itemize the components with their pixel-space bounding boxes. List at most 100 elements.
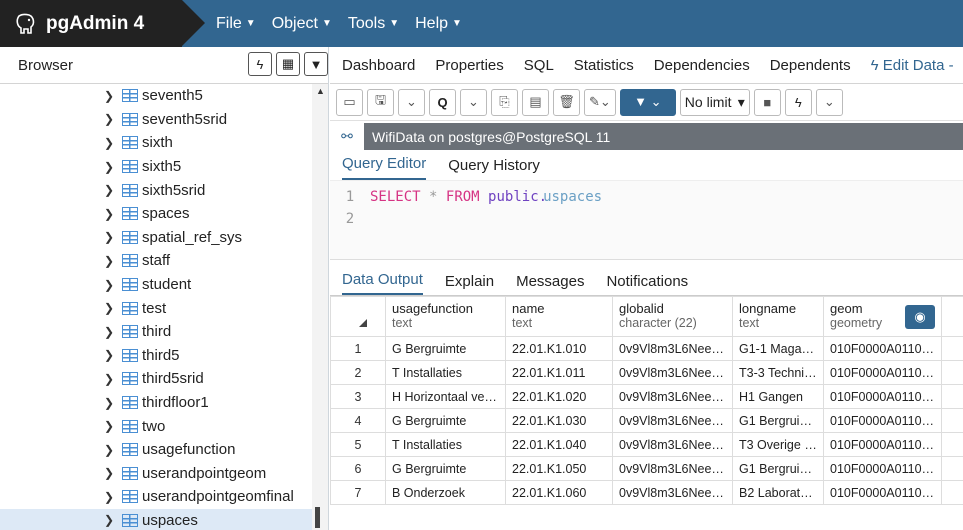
view-geometry-button[interactable]: ◉ <box>905 305 935 329</box>
tab-dependencies[interactable]: Dependencies <box>654 57 750 74</box>
tab-dependents[interactable]: Dependents <box>770 57 851 74</box>
table-cell[interactable]: T3 Overige i… <box>732 432 824 457</box>
table-cell[interactable]: 0v9Vl8m3L6Nee… <box>612 456 733 481</box>
output-tab[interactable]: Messages <box>516 273 584 295</box>
menu-file[interactable]: File ▼ <box>208 0 264 47</box>
table-cell[interactable]: 0v9Vl8m3L6Nee… <box>612 336 733 361</box>
tree-item-seventh5srid[interactable]: ❯ seventh5srid <box>0 108 312 132</box>
row-number[interactable]: 4 <box>330 408 386 433</box>
table-cell[interactable]: T Installaties <box>385 432 506 457</box>
column-header[interactable]: longname text <box>732 296 824 337</box>
tab-sql[interactable]: SQL <box>524 57 554 74</box>
table-cell[interactable]: 010F0000A0110… <box>823 456 942 481</box>
output-tab[interactable]: Data Output <box>342 271 423 295</box>
table-cell[interactable]: 22.01.K1.011 <box>505 360 613 385</box>
chevron-right-icon[interactable]: ❯ <box>104 160 120 174</box>
table-cell[interactable]: B2 Laborato… <box>732 480 824 505</box>
menu-help[interactable]: Help ▼ <box>407 0 470 47</box>
find-dropdown[interactable]: ⌄ <box>460 88 487 116</box>
table-row[interactable]: 6G Bergruimte 22.01.K1.050 0v9Vl8m3L6Nee… G… <box>330 456 963 481</box>
chevron-right-icon[interactable]: ❯ <box>104 112 120 126</box>
table-cell[interactable]: 0v9Vl8m3L6Nee… <box>612 360 733 385</box>
menu-object[interactable]: Object ▼ <box>264 0 340 47</box>
row-number[interactable]: 2 <box>330 360 386 385</box>
table-cell[interactable]: T3-3 Techni… <box>732 360 824 385</box>
paste-button[interactable]: ▤ <box>522 88 549 116</box>
tree-item-uspaces[interactable]: ❯ uspaces <box>0 508 312 530</box>
tab-properties[interactable]: Properties <box>435 57 503 74</box>
find-button[interactable]: Q <box>429 88 456 116</box>
table-cell[interactable]: 0v9Vl8m3L6Nee… <box>612 384 733 409</box>
column-header[interactable]: name text <box>505 296 613 337</box>
table-row[interactable]: 2T Installaties 22.01.K1.011 0v9Vl8m3L6Nee… <box>330 360 963 385</box>
tab-statistics[interactable]: Statistics <box>574 57 634 74</box>
chevron-right-icon[interactable]: ❯ <box>104 278 120 292</box>
row-number[interactable]: 6 <box>330 456 386 481</box>
table-cell[interactable]: 010F0000A0110… <box>823 432 942 457</box>
limit-select[interactable]: No limit ▾ <box>679 88 750 116</box>
tree-item-userandpointgeomfinal[interactable]: ❯ userandpointgeomfinal <box>0 485 312 509</box>
tree-item-spatial_ref_sys[interactable]: ❯ spatial_ref_sys <box>0 226 312 250</box>
column-header[interactable]: geom geometry ◉ <box>823 296 942 337</box>
connection-status-icon[interactable]: ⚯ <box>330 123 364 150</box>
column-header[interactable]: usagefunction text <box>385 296 506 337</box>
chevron-right-icon[interactable]: ❯ <box>104 466 120 480</box>
query-tab[interactable]: Query History <box>448 157 540 180</box>
tree-item-userandpointgeom[interactable]: ❯ userandpointgeom <box>0 462 312 486</box>
tree-item-sixth5[interactable]: ❯ sixth5 <box>0 155 312 179</box>
filter-button[interactable]: ▼ <box>304 52 328 76</box>
execute-button[interactable]: ϟ <box>784 88 812 116</box>
open-file-button[interactable]: ▭ <box>336 88 363 116</box>
table-cell[interactable]: 22.01.K1.030 <box>505 408 613 433</box>
chevron-right-icon[interactable]: ❯ <box>104 136 120 150</box>
output-tab[interactable]: Notifications <box>606 273 688 295</box>
edit-dropdown[interactable]: ✎⌄ <box>584 88 616 116</box>
filter-dropdown-button[interactable]: ▼ ⌄ <box>619 88 676 116</box>
delete-button[interactable]: 🗑 <box>553 88 580 116</box>
tree-item-staff[interactable]: ❯ staff <box>0 249 312 273</box>
tree-item-sixth5srid[interactable]: ❯ sixth5srid <box>0 178 312 202</box>
save-button[interactable]: 🖫 <box>367 88 394 116</box>
chevron-right-icon[interactable]: ❯ <box>104 230 120 244</box>
brand[interactable]: pgAdmin 4 <box>0 0 205 47</box>
scroll-up-icon[interactable]: ▲ <box>316 86 325 96</box>
table-cell[interactable]: 22.01.K1.050 <box>505 456 613 481</box>
tab-edit-data[interactable]: ϟ Edit Data - <box>871 57 954 74</box>
table-row[interactable]: 1G Bergruimte 22.01.K1.010 0v9Vl8m3L6Nee… G… <box>330 336 963 361</box>
tree-item-seventh5[interactable]: ❯ seventh5 <box>0 84 312 108</box>
view-data-button[interactable]: ▦ <box>276 52 300 76</box>
table-cell[interactable]: T Installaties <box>385 360 506 385</box>
chevron-right-icon[interactable]: ❯ <box>104 254 120 268</box>
tree-item-third5srid[interactable]: ❯ third5srid <box>0 367 312 391</box>
table-cell[interactable]: 22.01.K1.020 <box>505 384 613 409</box>
save-dropdown[interactable]: ⌄ <box>398 88 425 116</box>
chevron-right-icon[interactable]: ❯ <box>104 89 120 103</box>
table-row[interactable]: 7B Onderzoek 22.01.K1.060 0v9Vl8m3L6Nee… B2… <box>330 480 963 505</box>
tree-item-usagefunction[interactable]: ❯ usagefunction <box>0 438 312 462</box>
chevron-right-icon[interactable]: ❯ <box>104 372 120 386</box>
tree-item-third5[interactable]: ❯ third5 <box>0 344 312 368</box>
chevron-right-icon[interactable]: ❯ <box>104 513 120 527</box>
stop-button[interactable]: ■ <box>753 88 781 116</box>
column-header[interactable]: globalid character (22) <box>612 296 733 337</box>
chevron-right-icon[interactable]: ❯ <box>104 490 120 504</box>
table-cell[interactable]: 22.01.K1.060 <box>505 480 613 505</box>
table-cell[interactable]: G Bergruimte <box>385 336 506 361</box>
table-cell[interactable]: G1-1 Magaz… <box>732 336 824 361</box>
execute-dropdown[interactable]: ⌄ <box>815 88 843 116</box>
table-cell[interactable]: 010F0000A0110… <box>823 408 942 433</box>
table-row[interactable]: 4G Bergruimte 22.01.K1.030 0v9Vl8m3L6Nee… G… <box>330 408 963 433</box>
tree-item-student[interactable]: ❯ student <box>0 273 312 297</box>
row-number[interactable]: 3 <box>330 384 386 409</box>
sql-editor[interactable]: 1 SELECT * FROM public.uspaces 2 <box>330 180 963 260</box>
row-number[interactable]: 1 <box>330 336 386 361</box>
chevron-right-icon[interactable]: ❯ <box>104 396 120 410</box>
chevron-right-icon[interactable]: ❯ <box>104 419 120 433</box>
table-cell[interactable]: G Bergruimte <box>385 408 506 433</box>
table-cell[interactable]: 010F0000A0110… <box>823 360 942 385</box>
tree-scrollbar[interactable]: ▲ <box>312 84 328 530</box>
table-cell[interactable]: 22.01.K1.010 <box>505 336 613 361</box>
output-tab[interactable]: Explain <box>445 273 494 295</box>
tree-item-thirdfloor1[interactable]: ❯ thirdfloor1 <box>0 391 312 415</box>
table-cell[interactable]: H1 Gangen <box>732 384 824 409</box>
